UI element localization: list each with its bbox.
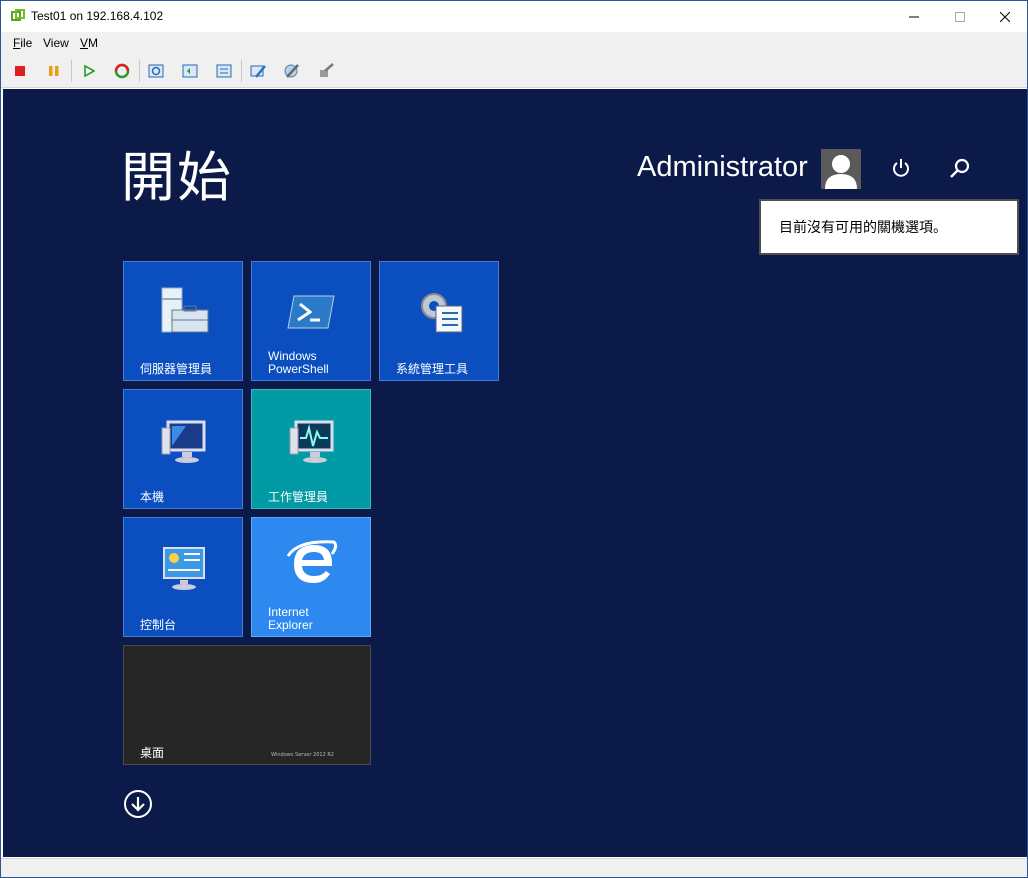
snapshot-manager-button[interactable] bbox=[213, 60, 235, 82]
admin-tools-icon bbox=[421, 293, 463, 333]
pause-icon bbox=[49, 66, 59, 76]
vsphere-app-icon bbox=[11, 9, 25, 21]
tile-this-pc[interactable]: 本機 bbox=[123, 389, 243, 509]
windows-server-watermark: Windows Server 2012 R2 bbox=[271, 752, 334, 758]
tile-label: 本機 bbox=[140, 490, 165, 504]
menu-view[interactable]: View bbox=[43, 36, 69, 50]
toolbar-separator bbox=[139, 60, 140, 82]
avatar[interactable] bbox=[821, 149, 861, 189]
tile-administrative-tools[interactable]: 系統管理工具 bbox=[379, 261, 499, 381]
install-tools-button[interactable] bbox=[281, 60, 303, 82]
server-manager-icon bbox=[161, 287, 209, 333]
tile-desktop[interactable]: 桌面 Windows Server 2012 R2 bbox=[123, 645, 371, 765]
menu-bar: File View VM bbox=[1, 32, 1027, 54]
window-title: Test01 on 192.168.4.102 bbox=[31, 9, 164, 23]
this-pc-icon bbox=[161, 420, 206, 463]
vm-console-screen[interactable]: 開始 Administrator 目前沒有可用的關機選項。 伺服器管理員 Win… bbox=[3, 89, 1027, 857]
connect-device-button[interactable] bbox=[315, 60, 337, 82]
maximize-icon bbox=[955, 11, 965, 22]
tile-label: Windows PowerShell bbox=[268, 349, 329, 376]
manage-snapshots-icon bbox=[216, 64, 232, 78]
user-account-name[interactable]: Administrator bbox=[637, 151, 808, 184]
powershell-icon bbox=[287, 295, 335, 329]
edit-settings-icon bbox=[250, 65, 266, 78]
tile-server-manager[interactable]: 伺服器管理員 bbox=[123, 261, 243, 381]
play-icon bbox=[84, 65, 95, 77]
no-power-options-message: 目前沒有可用的關機選項。 bbox=[779, 220, 947, 236]
tile-label: 桌面 bbox=[140, 746, 165, 760]
tile-label: 系統管理工具 bbox=[396, 362, 469, 376]
control-panel-icon bbox=[163, 547, 205, 590]
title-bar: Test01 on 192.168.4.102 bbox=[1, 1, 1027, 32]
toolbar-separator bbox=[71, 60, 72, 82]
toolbar bbox=[1, 54, 1027, 88]
all-apps-button[interactable] bbox=[123, 789, 153, 819]
task-manager-icon bbox=[289, 420, 334, 463]
power-off-button[interactable] bbox=[9, 60, 31, 82]
vm-console-window: Test01 on 192.168.4.102 File View VM 開始 … bbox=[0, 0, 1028, 878]
stop-icon bbox=[15, 66, 25, 76]
minimize-icon bbox=[909, 16, 919, 17]
power-button[interactable] bbox=[886, 153, 916, 183]
arrow-down-circle-icon bbox=[124, 790, 152, 818]
suspend-button[interactable] bbox=[43, 60, 65, 82]
power-options-flyout: 目前沒有可用的關機選項。 bbox=[759, 199, 1019, 255]
tile-label: Internet Explorer bbox=[268, 605, 313, 632]
tile-task-manager[interactable]: 工作管理員 bbox=[251, 389, 371, 509]
toolbar-separator bbox=[241, 60, 242, 82]
search-icon bbox=[950, 158, 970, 178]
maximize-button[interactable] bbox=[937, 1, 983, 32]
tile-label: 伺服器管理員 bbox=[140, 362, 213, 376]
tile-label: 工作管理員 bbox=[268, 490, 329, 504]
internet-explorer-icon bbox=[286, 540, 338, 583]
tile-label: 控制台 bbox=[140, 618, 177, 632]
power-icon bbox=[893, 159, 909, 177]
menu-file[interactable]: File bbox=[13, 36, 32, 50]
take-snapshot-button[interactable] bbox=[145, 60, 167, 82]
tile-windows-powershell[interactable]: Windows PowerShell bbox=[251, 261, 371, 381]
install-tools-icon bbox=[284, 64, 299, 78]
minimize-button[interactable] bbox=[891, 1, 937, 32]
revert-snapshot-icon bbox=[182, 64, 198, 78]
tile-internet-explorer[interactable]: Internet Explorer bbox=[251, 517, 371, 637]
start-screen-title: 開始 bbox=[121, 146, 233, 209]
close-button[interactable] bbox=[982, 1, 1027, 32]
tile-control-panel[interactable]: 控制台 bbox=[123, 517, 243, 637]
snapshot-icon bbox=[148, 64, 164, 78]
reset-button[interactable] bbox=[111, 60, 133, 82]
disconnect-device-icon bbox=[320, 63, 334, 77]
revert-snapshot-button[interactable] bbox=[179, 60, 201, 82]
status-bar bbox=[1, 858, 1027, 877]
edit-settings-button[interactable] bbox=[247, 60, 269, 82]
power-on-button[interactable] bbox=[78, 60, 100, 82]
menu-vm[interactable]: VM bbox=[80, 36, 98, 50]
search-button[interactable] bbox=[945, 153, 975, 183]
close-icon bbox=[1000, 11, 1010, 22]
reset-icon bbox=[114, 63, 130, 79]
user-avatar-icon bbox=[825, 155, 857, 189]
